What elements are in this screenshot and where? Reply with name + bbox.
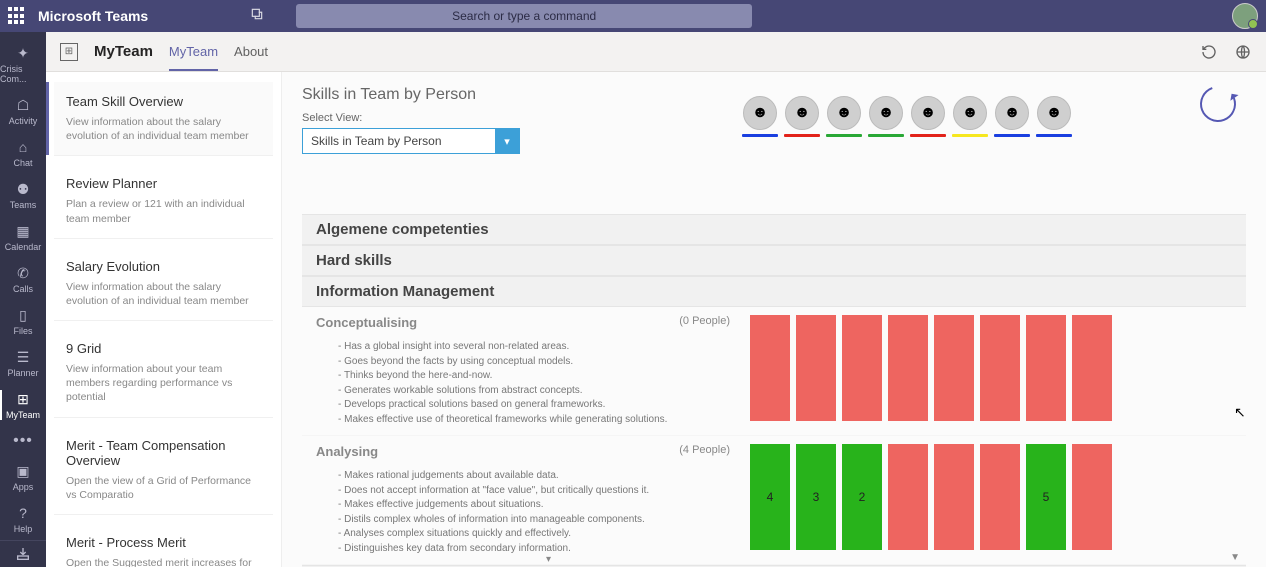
- search-input[interactable]: Search or type a command: [296, 4, 752, 28]
- phone-icon: ✆: [14, 264, 32, 282]
- skill-cells: [750, 315, 1246, 427]
- rail-activity[interactable]: ☖Activity: [0, 90, 46, 132]
- ellipsis-icon: •••: [13, 432, 33, 450]
- calendar-icon: ▦: [14, 222, 32, 240]
- side-nav[interactable]: Team Skill Overview View information abo…: [46, 72, 282, 567]
- teams-topbar: Microsoft Teams Search or type a command: [0, 0, 1266, 32]
- rail-help[interactable]: ?Help: [0, 498, 46, 540]
- bell-icon: ☖: [14, 96, 32, 114]
- rail-teams[interactable]: ⚉Teams: [0, 174, 46, 216]
- skill-cell[interactable]: [934, 444, 974, 550]
- skill-bullets: - Has a global insight into several non-…: [316, 340, 750, 427]
- grid-icon: ⊞: [14, 390, 32, 408]
- rail-crisis[interactable]: ✦Crisis Com...: [0, 38, 46, 90]
- skill-cell[interactable]: 2: [842, 444, 882, 550]
- app-rail: ✦Crisis Com... ☖Activity ⌂Chat ⚉Teams ▦C…: [0, 32, 46, 567]
- nav-merit-compensation[interactable]: Merit - Team Compensation Overview Open …: [54, 426, 273, 515]
- nav-review-planner[interactable]: Review Planner Plan a review or 121 with…: [54, 164, 273, 238]
- rail-myteam[interactable]: ⊞MyTeam: [0, 384, 46, 426]
- megaphone-icon: ✦: [14, 44, 32, 62]
- search-placeholder: Search or type a command: [452, 9, 596, 23]
- tab-about[interactable]: About: [234, 34, 268, 69]
- app-name: MyTeam: [94, 43, 153, 60]
- nav-salary-evolution[interactable]: Salary Evolution View information about …: [54, 247, 273, 321]
- people-icon: ⚉: [14, 180, 32, 198]
- skill-cell[interactable]: [934, 315, 974, 421]
- rail-download[interactable]: [0, 540, 46, 567]
- scroll-down-icon[interactable]: ▼: [1230, 552, 1240, 563]
- help-icon: ?: [14, 504, 32, 522]
- skill-cell[interactable]: [796, 315, 836, 421]
- skill-cell[interactable]: [888, 444, 928, 550]
- page-title: Skills in Team by Person: [302, 86, 1246, 104]
- main-scroll[interactable]: Skills in Team by Person Select View: Sk…: [282, 72, 1266, 567]
- skill-count: (4 People): [679, 444, 750, 459]
- app-header: ⊞ MyTeam MyTeam About: [46, 32, 1266, 72]
- planner-icon: ☰: [14, 348, 32, 366]
- skill-cell[interactable]: 3: [796, 444, 836, 550]
- nav-9-grid[interactable]: 9 Grid View information about your team …: [54, 329, 273, 418]
- rail-chat[interactable]: ⌂Chat: [0, 132, 46, 174]
- reload-icon[interactable]: [1200, 43, 1218, 61]
- workspace: Team Skill Overview View information abo…: [46, 72, 1266, 567]
- skill-label: Conceptualising: [316, 315, 417, 330]
- globe-icon[interactable]: [1234, 43, 1252, 61]
- view-dropdown[interactable]: Skills in Team by Person ▾: [302, 128, 520, 154]
- skill-bullets: - Makes rational judgements about availa…: [316, 469, 750, 556]
- skill-count: (0 People): [679, 315, 750, 330]
- skill-conceptualising: Conceptualising (0 People) - Has a globa…: [302, 307, 1246, 436]
- select-label: Select View:: [302, 112, 1246, 124]
- rail-files[interactable]: ▯Files: [0, 300, 46, 342]
- skill-cell[interactable]: [1072, 315, 1112, 421]
- apps-icon: ▣: [14, 462, 32, 480]
- popout-icon[interactable]: [250, 7, 264, 26]
- nav-team-skill-overview[interactable]: Team Skill Overview View information abo…: [54, 82, 273, 156]
- main-panel: ☻ ☻ ☻ ☻ ☻ ☻ ☻ ☻ Skills in Team by Person…: [282, 72, 1266, 567]
- rail-planner[interactable]: ☰Planner: [0, 342, 46, 384]
- skill-analysing: Analysing (4 People) - Makes rational ju…: [302, 436, 1246, 565]
- skill-cell[interactable]: [980, 444, 1020, 550]
- skill-cells: 4 3 2 5: [750, 444, 1246, 556]
- waffle-icon[interactable]: [8, 7, 26, 25]
- skill-cell[interactable]: [1072, 444, 1112, 550]
- expand-sidenav-icon[interactable]: ▾: [546, 554, 551, 565]
- skill-cell[interactable]: [1026, 315, 1066, 421]
- section-hardskills[interactable]: Hard skills: [302, 245, 1246, 276]
- tab-myteam[interactable]: MyTeam: [169, 34, 218, 71]
- nav-merit-process[interactable]: Merit - Process Merit Open the Suggested…: [54, 523, 273, 567]
- rail-calls[interactable]: ✆Calls: [0, 258, 46, 300]
- chevron-down-icon: ▾: [495, 129, 519, 153]
- skill-cell[interactable]: [842, 315, 882, 421]
- rail-calendar[interactable]: ▦Calendar: [0, 216, 46, 258]
- dropdown-value: Skills in Team by Person: [303, 129, 495, 153]
- rail-apps[interactable]: ▣Apps: [0, 456, 46, 498]
- chat-icon: ⌂: [14, 138, 32, 156]
- skill-cell[interactable]: [888, 315, 928, 421]
- skill-label: Analysing: [316, 444, 378, 459]
- section-infomgmt[interactable]: Information Management: [302, 276, 1246, 307]
- skill-cell[interactable]: [980, 315, 1020, 421]
- brand-label: Microsoft Teams: [38, 8, 148, 24]
- mouse-cursor-icon: ↖: [1234, 404, 1246, 421]
- skill-cell[interactable]: 4: [750, 444, 790, 550]
- skill-cell[interactable]: [750, 315, 790, 421]
- current-user-avatar[interactable]: [1232, 3, 1258, 29]
- file-icon: ▯: [14, 306, 32, 324]
- rail-more[interactable]: •••: [0, 426, 46, 456]
- skill-cell[interactable]: 5: [1026, 444, 1066, 550]
- app-logo-icon: ⊞: [60, 43, 78, 61]
- section-algemene[interactable]: Algemene competenties: [302, 214, 1246, 245]
